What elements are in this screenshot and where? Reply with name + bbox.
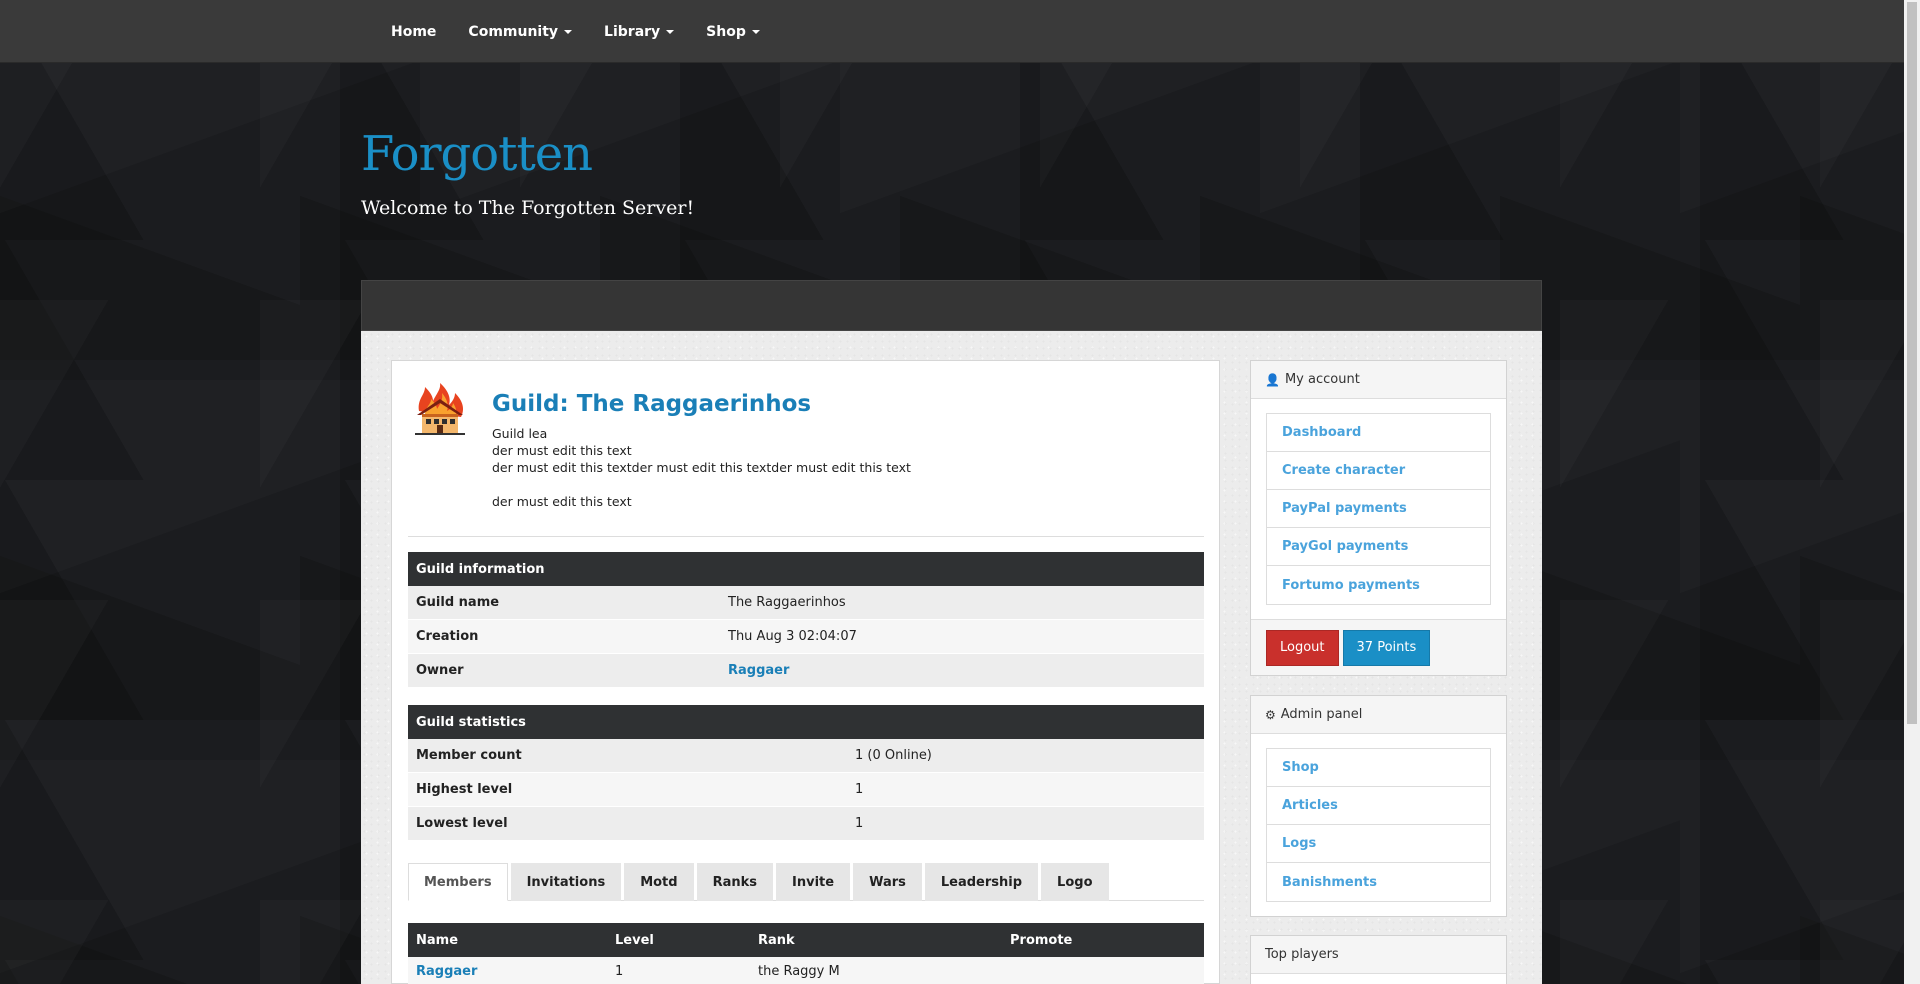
nav-library-label: Library <box>604 23 661 40</box>
guild-description-line: Guild lea <box>492 426 548 441</box>
member-name-link[interactable]: Raggaer <box>416 957 477 984</box>
nav-home-label: Home <box>391 23 437 40</box>
admin-item-articles[interactable]: Articles <box>1267 787 1490 825</box>
nav-menu: Home Community Library Shop <box>375 0 776 63</box>
content-header-bar <box>361 280 1542 331</box>
scrollbar-thumb[interactable] <box>1907 2 1917 724</box>
table-row: Owner Raggaer <box>408 654 1204 688</box>
nav-shop[interactable]: Shop <box>690 24 776 40</box>
user-icon: 👤 <box>1265 372 1280 387</box>
highest-level-value: 1 <box>855 782 864 797</box>
nav-home[interactable]: Home <box>375 24 452 40</box>
tab-motd[interactable]: Motd <box>624 863 694 901</box>
nav-library[interactable]: Library <box>588 24 690 40</box>
tab-invite[interactable]: Invite <box>776 863 851 901</box>
tab-logo[interactable]: Logo <box>1041 863 1109 901</box>
owner-link[interactable]: Raggaer <box>728 663 789 678</box>
account-item-paygol-payments[interactable]: PayGol payments <box>1267 528 1490 566</box>
top-players-header: Top players <box>1251 936 1506 974</box>
my-account-title: My account <box>1284 372 1360 387</box>
tab-members[interactable]: Members <box>408 863 508 901</box>
account-menu: Dashboard Create character PayPal paymen… <box>1266 413 1491 605</box>
nav-shop-label: Shop <box>706 23 746 40</box>
account-item-create-character[interactable]: Create character <box>1267 452 1490 490</box>
admin-item-shop[interactable]: Shop <box>1267 749 1490 787</box>
lowest-level-label: Lowest level <box>416 816 508 831</box>
guild-description: Guild lea der must edit this text der mu… <box>492 425 911 510</box>
member-count-value: 1 (0 Online) <box>855 748 932 763</box>
guild-logo-burning-house-icon <box>415 383 465 435</box>
tab-wars[interactable]: Wars <box>853 863 922 901</box>
guild-description-line: der must edit this text <box>492 494 632 509</box>
admin-panel-header: ⚙ Admin panel <box>1251 696 1506 734</box>
owner-label: Owner <box>416 663 464 678</box>
creation-value: Thu Aug 3 02:04:07 <box>728 629 857 644</box>
column-header-level: Level <box>615 932 654 948</box>
guild-info-title: Guild information <box>408 552 1204 586</box>
site-title: Forgotten <box>361 126 593 182</box>
guild-info-rows: Guild name The Raggaerinhos Creation Thu… <box>408 586 1204 688</box>
tab-invitations[interactable]: Invitations <box>510 863 622 901</box>
column-header-rank: Rank <box>758 932 795 948</box>
table-row: Highest level 1 <box>408 773 1204 807</box>
table-row: Creation Thu Aug 3 02:04:07 <box>408 620 1204 654</box>
caret-down-icon <box>751 29 760 34</box>
site-subtitle: Welcome to The Forgotten Server! <box>361 197 695 219</box>
admin-item-banishments[interactable]: Banishments <box>1267 863 1490 901</box>
members-table-header: Name Level Rank Promote <box>408 923 1204 957</box>
top-players-title: Top players <box>1265 947 1339 962</box>
my-account-widget: 👤 My account Dashboard Create character … <box>1250 360 1507 676</box>
account-item-paypal-payments[interactable]: PayPal payments <box>1267 490 1490 528</box>
tab-ranks[interactable]: Ranks <box>696 863 773 901</box>
member-level: 1 <box>615 963 624 979</box>
guild-description-line <box>492 476 911 493</box>
nav-community[interactable]: Community <box>452 24 588 40</box>
column-header-promote: Promote <box>1010 932 1073 948</box>
guild-description-line: der must edit this text <box>492 443 632 458</box>
guild-stats-table: Guild statistics Member count 1 (0 Onlin… <box>408 705 1204 841</box>
admin-item-logs[interactable]: Logs <box>1267 825 1490 863</box>
tab-leadership[interactable]: Leadership <box>924 863 1039 901</box>
admin-menu: Shop Articles Logs Banishments <box>1266 748 1491 902</box>
my-account-header: 👤 My account <box>1251 361 1506 399</box>
table-row: Member count 1 (0 Online) <box>408 739 1204 773</box>
logout-button[interactable]: Logout <box>1266 629 1339 666</box>
table-row: Guild name The Raggaerinhos <box>408 586 1204 620</box>
caret-down-icon <box>666 29 675 34</box>
top-navbar: Home Community Library Shop <box>0 0 1904 63</box>
guild-info-table: Guild information Guild name The Raggaer… <box>408 552 1204 688</box>
column-header-name: Name <box>416 932 459 948</box>
gear-icon: ⚙ <box>1265 707 1276 722</box>
account-actions: Logout 37 Points <box>1251 619 1506 675</box>
member-count-label: Member count <box>416 748 522 763</box>
nav-community-label: Community <box>468 23 559 40</box>
divider <box>408 536 1204 537</box>
guild-stats-title: Guild statistics <box>408 705 1204 739</box>
account-item-fortumo-payments[interactable]: Fortumo payments <box>1267 566 1490 604</box>
admin-panel-title: Admin panel <box>1280 707 1363 722</box>
account-item-dashboard[interactable]: Dashboard <box>1267 414 1490 452</box>
table-row: Raggaer 1 the Raggy M <box>408 957 1204 984</box>
caret-down-icon <box>564 29 573 34</box>
page-scrollbar[interactable] <box>1904 0 1920 984</box>
lowest-level-value: 1 <box>855 816 864 831</box>
member-rank: the Raggy M <box>758 963 840 979</box>
top-players-widget: Top players <box>1250 935 1507 984</box>
creation-label: Creation <box>416 629 479 644</box>
guild-name-label: Guild name <box>416 595 500 610</box>
guild-name-value: The Raggaerinhos <box>728 595 846 610</box>
guild-card: Guild: The Raggaerinhos Guild lea der mu… <box>391 360 1220 984</box>
points-button[interactable]: 37 Points <box>1342 629 1431 666</box>
guild-stats-rows: Member count 1 (0 Online) Highest level … <box>408 739 1204 841</box>
admin-panel-widget: ⚙ Admin panel Shop Articles Logs Banishm… <box>1250 695 1507 917</box>
guild-description-line: der must edit this textder must edit thi… <box>492 460 911 475</box>
table-row: Lowest level 1 <box>408 807 1204 841</box>
highest-level-label: Highest level <box>416 782 513 797</box>
guild-tabs: Members Invitations Motd Ranks Invite Wa… <box>408 863 1204 901</box>
guild-heading: Guild: The Raggaerinhos <box>492 391 812 417</box>
